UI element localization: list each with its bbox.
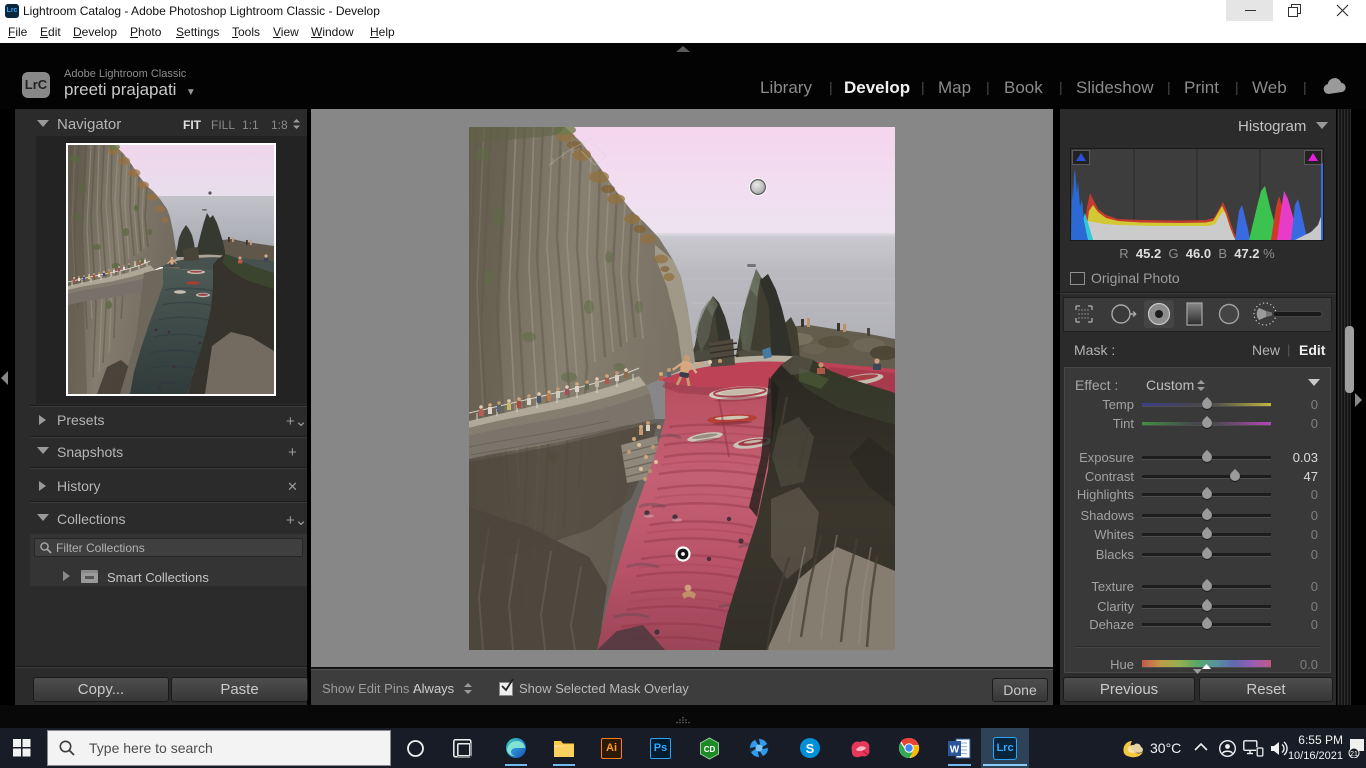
svg-text:21: 21 <box>1350 751 1358 758</box>
svg-text:CD: CD <box>704 745 716 754</box>
svg-text:S: S <box>806 741 815 756</box>
svg-text:W: W <box>950 745 960 756</box>
